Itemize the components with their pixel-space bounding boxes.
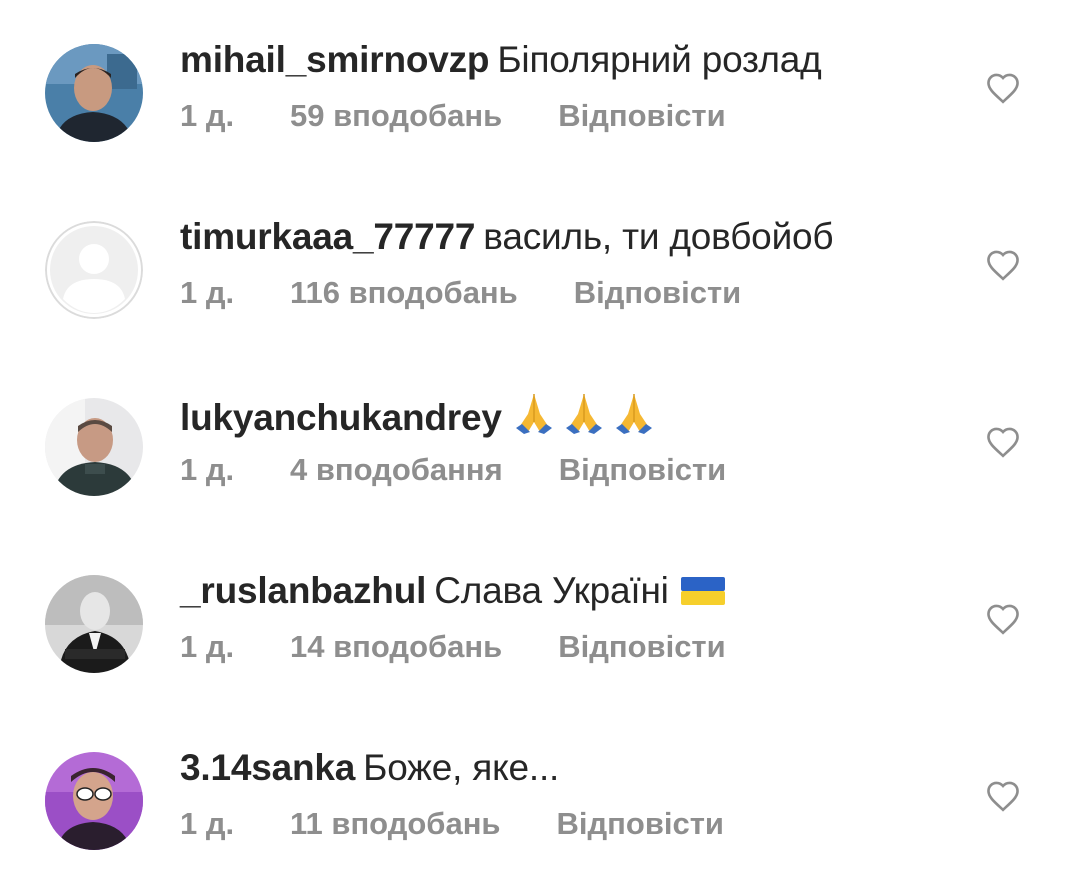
comment-body: Слава Україні (434, 570, 669, 611)
comment-time: 1 д. (180, 629, 235, 664)
comment-item: 3.14sanka Боже, яке... 1 д. 11 вподобань Ві… (0, 746, 1080, 876)
avatar[interactable] (45, 398, 143, 496)
avatar[interactable] (45, 221, 143, 319)
user-photo-icon (45, 44, 143, 142)
reply-button[interactable]: Відповісти (574, 273, 742, 313)
comment-meta: 1 д. 11 вподобань Відповісти (180, 804, 724, 844)
avatar[interactable] (45, 752, 143, 850)
user-photo-icon (45, 575, 143, 673)
comment-item: _ruslanbazhul Слава Україні 1 д. 14 вподоб… (0, 569, 1080, 699)
reply-button[interactable]: Відповісти (556, 804, 724, 844)
comment-item: timurkaaa_77777 василь, ти довбойоб 1 д. 1… (0, 215, 1080, 345)
comment-username[interactable]: timurkaaa_77777 (180, 216, 475, 257)
comment-username[interactable]: 3.14sanka (180, 747, 355, 788)
praying-hands-emoji-group (510, 392, 658, 444)
comment-text-line: lukyanchukandrey (180, 392, 658, 444)
ukraine-flag-icon (680, 577, 725, 605)
comment-text-line: timurkaaa_77777 василь, ти довбойоб (180, 215, 834, 259)
comment-body: василь, ти довбойоб (483, 216, 834, 257)
reply-button[interactable]: Відповісти (559, 450, 727, 490)
heart-icon[interactable] (985, 72, 1021, 104)
heart-icon[interactable] (985, 249, 1021, 281)
comment-likes[interactable]: 11 вподобань (290, 804, 500, 844)
comment-body: Біполярний розлад (497, 39, 822, 80)
avatar[interactable] (45, 575, 143, 673)
comment-item: lukyanchukandrey 1 д. 4 вподобання Відпо… (0, 392, 1080, 522)
comment-meta: 1 д. 116 вподобань Відповісти (180, 273, 741, 313)
comment-time: 1 д. (180, 806, 235, 841)
comment-text-line: mihail_smirnovzp Біполярний розлад (180, 38, 822, 82)
comment-username[interactable]: _ruslanbazhul (180, 570, 426, 611)
comment-likes[interactable]: 4 вподобання (290, 450, 503, 490)
comment-time: 1 д. (180, 275, 235, 310)
praying-hands-icon (515, 394, 652, 434)
comment-item: mihail_smirnovzp Біполярний розлад 1 д. 59… (0, 38, 1080, 168)
comment-meta: 1 д. 4 вподобання Відповісти (180, 450, 726, 490)
comment-body: Боже, яке... (363, 747, 560, 788)
heart-icon[interactable] (985, 603, 1021, 635)
comment-text-line: _ruslanbazhul Слава Україні (180, 569, 725, 617)
avatar[interactable] (45, 44, 143, 142)
comment-likes[interactable]: 116 вподобань (290, 273, 518, 313)
comment-likes[interactable]: 14 вподобань (290, 627, 502, 667)
comment-meta: 1 д. 59 вподобань Відповісти (180, 96, 726, 136)
comment-time: 1 д. (180, 452, 235, 487)
user-photo-icon (45, 752, 143, 850)
reply-button[interactable]: Відповісти (558, 627, 726, 667)
comment-meta: 1 д. 14 вподобань Відповісти (180, 627, 726, 667)
heart-icon[interactable] (985, 780, 1021, 812)
comment-time: 1 д. (180, 98, 235, 133)
user-photo-icon (45, 398, 143, 496)
comment-username[interactable]: mihail_smirnovzp (180, 39, 490, 80)
reply-button[interactable]: Відповісти (558, 96, 726, 136)
ukraine-flag-emoji (680, 573, 725, 617)
heart-icon[interactable] (985, 426, 1021, 458)
comment-text-line: 3.14sanka Боже, яке... (180, 746, 559, 790)
default-avatar-icon (45, 221, 143, 319)
comment-username[interactable]: lukyanchukandrey (180, 397, 502, 438)
comment-likes[interactable]: 59 вподобань (290, 96, 502, 136)
